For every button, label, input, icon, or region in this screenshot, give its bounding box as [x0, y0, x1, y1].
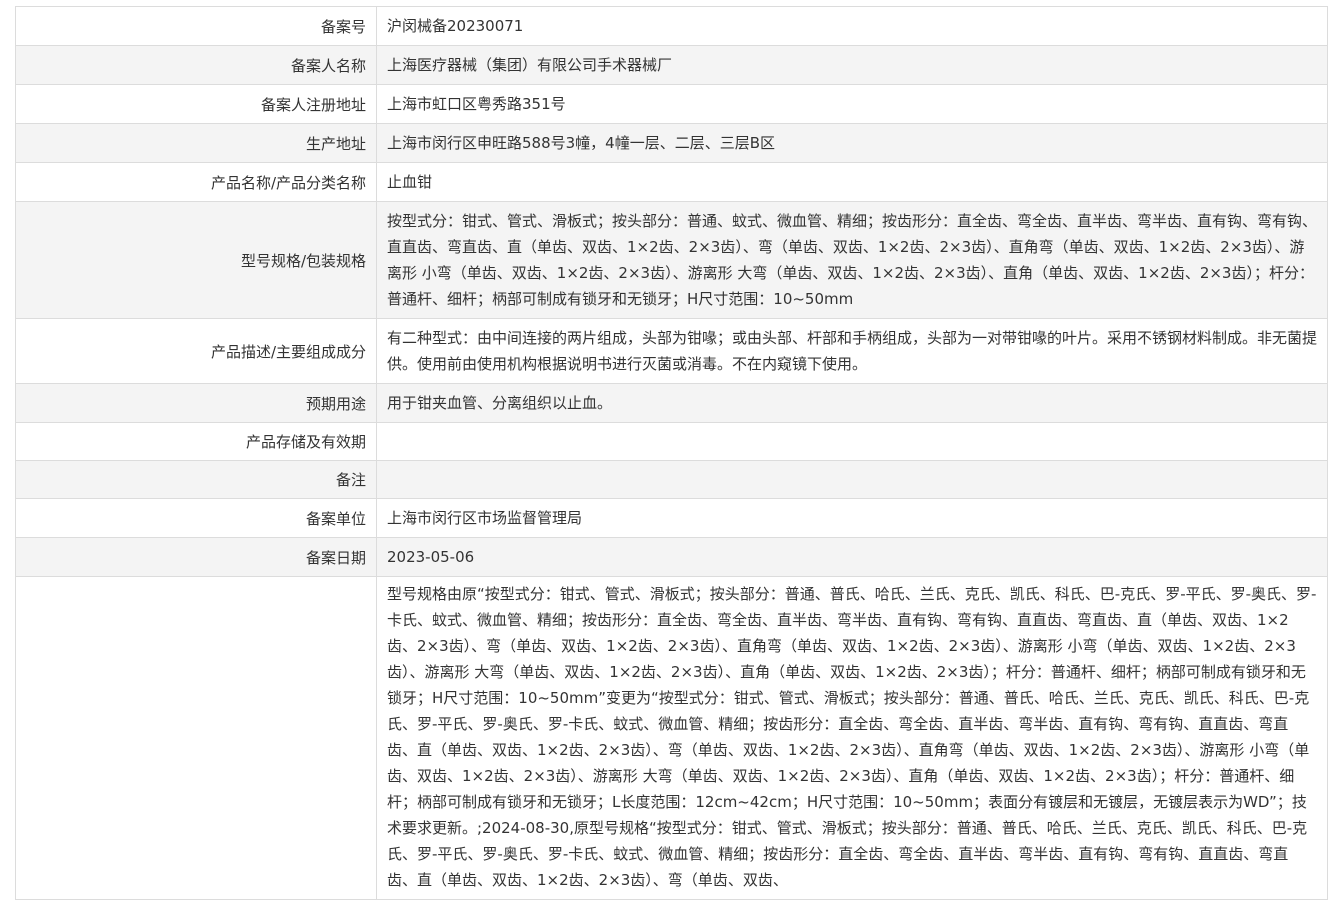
- field-label: 备案日期: [15, 537, 377, 577]
- field-label: 备注: [15, 460, 377, 499]
- field-value: 型号规格由原“按型式分：钳式、管式、滑板式；按头部分：普通、普氏、哈氏、兰氏、克…: [376, 576, 1328, 900]
- field-label: [15, 576, 377, 900]
- row-production-address: 生产地址 上海市闵行区申旺路588号3幢，4幢一层、二层、三层B区: [15, 123, 1328, 163]
- field-label: 备案号: [15, 6, 377, 46]
- field-value: 按型式分：钳式、管式、滑板式；按头部分：普通、蚊式、微血管、精细；按齿形分：直全…: [376, 201, 1328, 319]
- field-value: 上海市虹口区粤秀路351号: [376, 84, 1328, 124]
- field-label: 产品名称/产品分类名称: [15, 162, 377, 202]
- field-value: 止血钳: [376, 162, 1328, 202]
- field-value: 上海市闵行区申旺路588号3幢，4幢一层、二层、三层B区: [376, 123, 1328, 163]
- row-registrant-name: 备案人名称 上海医疗器械（集团）有限公司手术器械厂: [15, 45, 1328, 85]
- row-remarks: 备注: [15, 460, 1328, 499]
- field-label: 生产地址: [15, 123, 377, 163]
- field-label: 产品存储及有效期: [15, 422, 377, 461]
- field-value: 2023-05-06: [376, 537, 1328, 577]
- row-filing-authority: 备案单位 上海市闵行区市场监督管理局: [15, 498, 1328, 538]
- field-label: 备案人注册地址: [15, 84, 377, 124]
- field-label: 预期用途: [15, 383, 377, 423]
- row-product-name: 产品名称/产品分类名称 止血钳: [15, 162, 1328, 202]
- record-detail: 备案号 沪闵械备20230071 备案人名称 上海医疗器械（集团）有限公司手术器…: [15, 6, 1328, 900]
- row-record-number: 备案号 沪闵械备20230071: [15, 6, 1328, 46]
- field-value: [376, 422, 1328, 461]
- field-value: 上海市闵行区市场监督管理局: [376, 498, 1328, 538]
- row-registrant-address: 备案人注册地址 上海市虹口区粤秀路351号: [15, 84, 1328, 124]
- row-model-spec: 型号规格/包装规格 按型式分：钳式、管式、滑板式；按头部分：普通、蚊式、微血管、…: [15, 201, 1328, 319]
- field-value: 有二种型式：由中间连接的两片组成，头部为钳喙；或由头部、杆部和手柄组成，头部为一…: [376, 318, 1328, 384]
- row-product-description: 产品描述/主要组成成分 有二种型式：由中间连接的两片组成，头部为钳喙；或由头部、…: [15, 318, 1328, 384]
- field-value: 沪闵械备20230071: [376, 6, 1328, 46]
- row-storage-validity: 产品存储及有效期: [15, 422, 1328, 461]
- row-change-history: 型号规格由原“按型式分：钳式、管式、滑板式；按头部分：普通、普氏、哈氏、兰氏、克…: [15, 576, 1328, 900]
- field-label: 产品描述/主要组成成分: [15, 318, 377, 384]
- row-intended-use: 预期用途 用于钳夹血管、分离组织以止血。: [15, 383, 1328, 423]
- field-value: [376, 460, 1328, 499]
- row-filing-date: 备案日期 2023-05-06: [15, 537, 1328, 577]
- field-label: 型号规格/包装规格: [15, 201, 377, 319]
- field-label: 备案单位: [15, 498, 377, 538]
- field-value: 用于钳夹血管、分离组织以止血。: [376, 383, 1328, 423]
- record-table: 备案号 沪闵械备20230071 备案人名称 上海医疗器械（集团）有限公司手术器…: [15, 6, 1328, 900]
- field-value: 上海医疗器械（集团）有限公司手术器械厂: [376, 45, 1328, 85]
- field-label: 备案人名称: [15, 45, 377, 85]
